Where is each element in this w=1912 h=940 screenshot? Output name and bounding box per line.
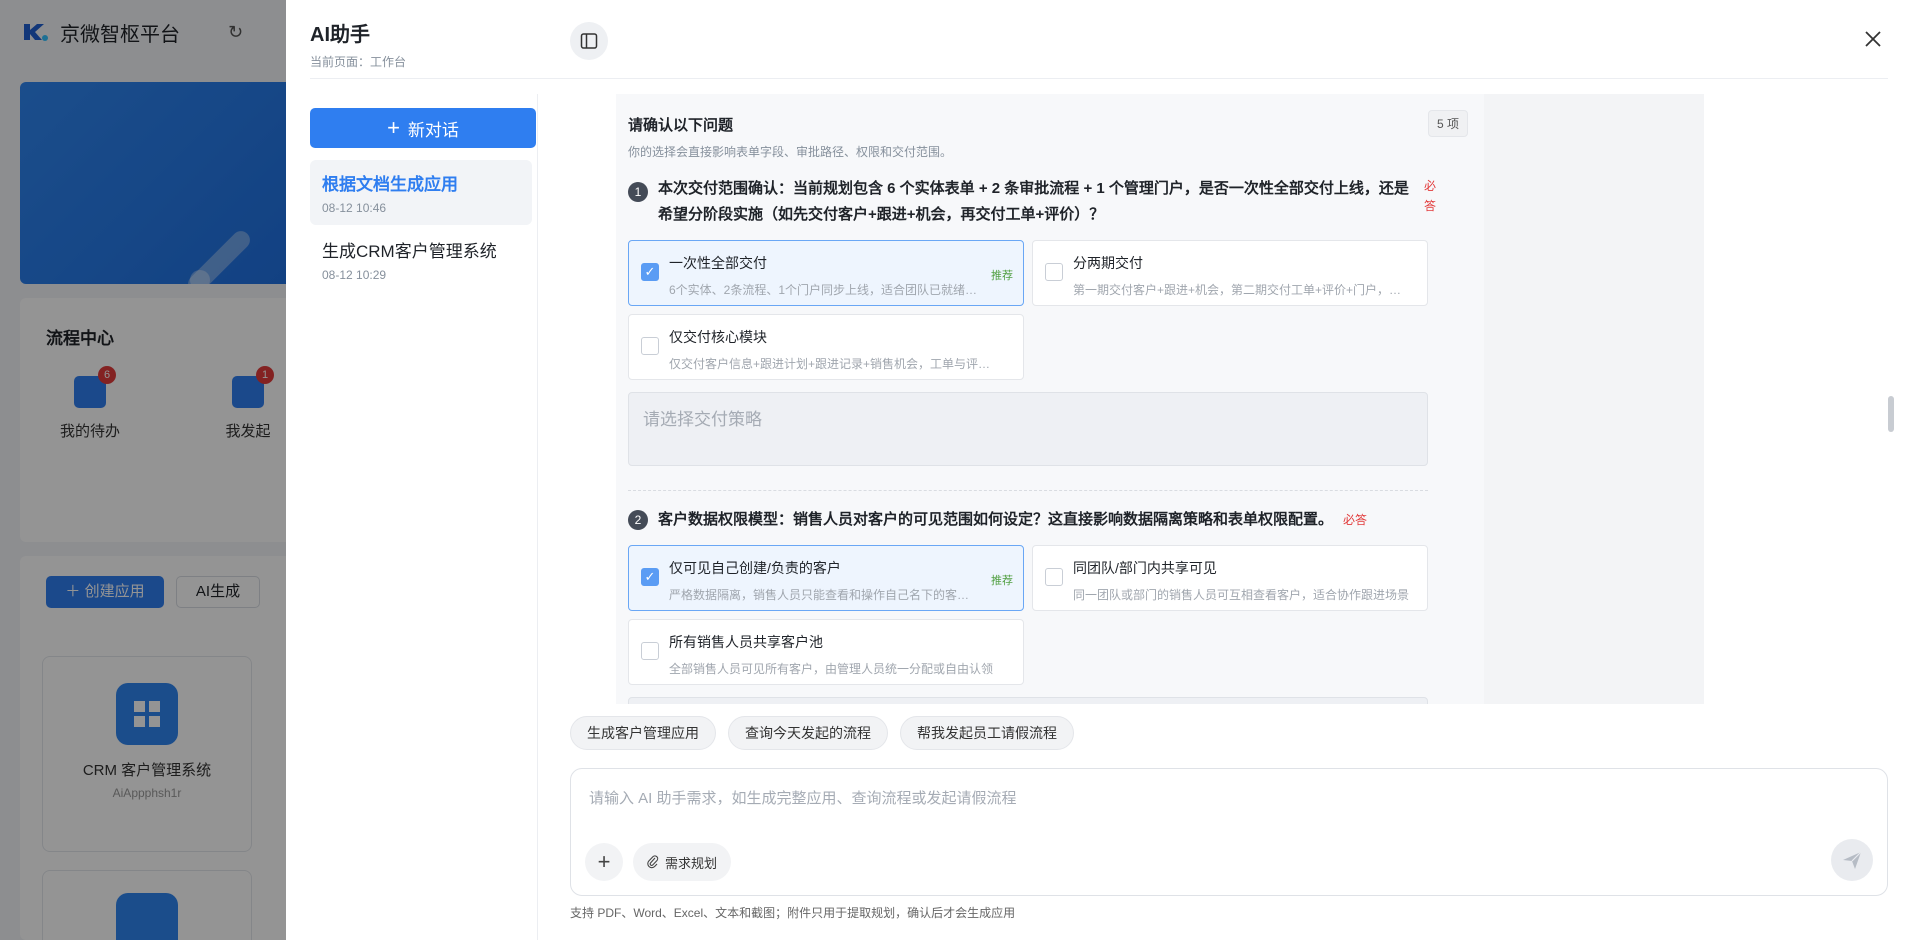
- option-title: 一次性全部交付: [669, 255, 767, 271]
- new-chat-label: 新对话: [407, 120, 459, 140]
- sidebar-icon: [580, 33, 598, 49]
- scrollbar-thumb[interactable]: [1888, 396, 1894, 432]
- option-card[interactable]: ✓ 仅可见自己创建/负责的客户 严格数据隔离，销售人员只能查看和操作自己名下的客…: [628, 545, 1024, 611]
- option-desc: 仅交付客户信息+跟进计划+跟进记录+销售机会，工单与评价暂不实施: [669, 357, 999, 371]
- send-button[interactable]: [1831, 839, 1873, 881]
- option-card[interactable]: ✓ 一次性全部交付 6个实体、2条流程、1个门户同步上线，适合团队已就绪且需求稳…: [628, 240, 1024, 306]
- option-desc: 全部销售人员可见所有客户，由管理人员统一分配或自由认领: [669, 662, 994, 676]
- checkbox[interactable]: [1045, 263, 1063, 281]
- checkbox[interactable]: [1045, 568, 1063, 586]
- checkbox-checked[interactable]: ✓: [641, 263, 659, 281]
- chat-input-placeholder[interactable]: 请输入 AI 助手需求，如生成完整应用、查询流程或发起请假流程: [589, 787, 1017, 808]
- required-tag: 必答: [1424, 179, 1437, 213]
- drawer-header: AI助手 当前页面：工作台: [310, 18, 406, 70]
- chat-content: 请确认以下问题 你的选择会直接影响表单字段、审批路径、权限和交付范围。 5 项 …: [566, 94, 1884, 704]
- plus-icon: +: [387, 115, 400, 140]
- option-title: 仅可见自己创建/负责的客户: [669, 560, 841, 576]
- toggle-sidebar-button[interactable]: [570, 22, 608, 60]
- visibility-textarea[interactable]: [628, 697, 1428, 704]
- question-divider: [628, 490, 1428, 491]
- paperclip-icon: [647, 855, 659, 869]
- plus-icon: +: [597, 849, 611, 874]
- question-number: 1: [628, 182, 648, 202]
- option-card[interactable]: 所有销售人员共享客户池 全部销售人员可见所有客户，由管理人员统一分配或自由认领: [628, 619, 1024, 685]
- option-desc: 第一期交付客户+跟进+机会，第二期交付工单+评价+门户，降低上线风险: [1073, 283, 1413, 297]
- question-1: 1 本次交付范围确认：当前规划包含 6 个实体表单 + 2 条审批流程 + 1 …: [628, 176, 1468, 466]
- plan-label: 需求规划: [665, 855, 718, 871]
- checkbox[interactable]: [641, 337, 659, 355]
- conversation-title: 生成CRM客户管理系统: [322, 242, 497, 261]
- confirm-questions-panel: 请确认以下问题 你的选择会直接影响表单字段、审批路径、权限和交付范围。 5 项 …: [616, 94, 1484, 704]
- chat-input-box[interactable]: 请输入 AI 助手需求，如生成完整应用、查询流程或发起请假流程 + 需求规划: [570, 768, 1888, 896]
- option-card[interactable]: 仅交付核心模块 仅交付客户信息+跟进计划+跟进记录+销售机会，工单与评价暂不实施: [628, 314, 1024, 380]
- header-divider: [310, 78, 1888, 79]
- option-desc: 6个实体、2条流程、1个门户同步上线，适合团队已就绪且需求稳定的场景: [669, 283, 979, 297]
- question-text: 本次交付范围确认：当前规划包含 6 个实体表单 + 2 条审批流程 + 1 个管…: [658, 180, 1409, 223]
- new-chat-button[interactable]: + 新对话: [310, 108, 536, 148]
- recommend-tag: 推荐: [991, 270, 1013, 282]
- panel-desc: 你的选择会直接影响表单字段、审批路径、权限和交付范围。: [628, 145, 953, 159]
- conversation-title: 根据文档生成应用: [322, 175, 458, 194]
- checkbox-checked[interactable]: ✓: [641, 568, 659, 586]
- current-page-label: 当前页面：工作台: [310, 55, 407, 69]
- input-hint: 支持 PDF、Word、Excel、文本和截图；附件只用于提取规划，确认后才会生…: [570, 906, 1016, 920]
- question-count-badge: 5 项: [1427, 110, 1468, 137]
- conversation-list: + 新对话 根据文档生成应用 08-12 10:46 生成CRM客户管理系统 0…: [310, 94, 538, 940]
- question-2: 2 客户数据权限模型：销售人员对客户的可见范围如何设定？这直接影响数据隔离策略和…: [628, 507, 1468, 704]
- send-icon: [1843, 851, 1862, 869]
- option-desc: 严格数据隔离，销售人员只能查看和操作自己名下的客户及相关记录: [669, 588, 979, 602]
- panel-title: 请确认以下问题: [628, 117, 734, 134]
- recommend-tag: 推荐: [991, 575, 1013, 587]
- option-title: 所有销售人员共享客户池: [669, 634, 823, 650]
- suggestion-chips: 生成客户管理应用 查询今天发起的流程 帮我发起员工请假流程: [570, 716, 1074, 750]
- ai-assistant-drawer: AI助手 当前页面：工作台 + 新对话 根据文档生成应用 08-12 10:46…: [286, 0, 1912, 940]
- plan-button[interactable]: 需求规划: [633, 843, 732, 881]
- conversation-item[interactable]: 生成CRM客户管理系统 08-12 10:29: [310, 227, 532, 292]
- question-text: 客户数据权限模型：销售人员对客户的可见范围如何设定？这直接影响数据隔离策略和表单…: [658, 511, 1334, 528]
- option-title: 同团队/部门内共享可见: [1073, 560, 1217, 576]
- suggestion-chip[interactable]: 帮我发起员工请假流程: [900, 716, 1074, 750]
- checkbox[interactable]: [641, 642, 659, 660]
- option-card[interactable]: 分两期交付 第一期交付客户+跟进+机会，第二期交付工单+评价+门户，降低上线风险: [1032, 240, 1428, 306]
- option-desc: 同一团队或部门的销售人员可互相查看客户，适合协作跟进场景: [1073, 588, 1410, 602]
- option-title: 分两期交付: [1073, 255, 1143, 271]
- conversation-date: 08-12 10:46: [322, 201, 387, 215]
- add-attachment-button[interactable]: +: [585, 843, 623, 881]
- required-tag: 必答: [1343, 513, 1368, 527]
- message-gutter: [1484, 94, 1704, 704]
- drawer-title: AI助手: [310, 24, 370, 46]
- suggestion-chip[interactable]: 查询今天发起的流程: [728, 716, 888, 750]
- question-number: 2: [628, 510, 648, 530]
- delivery-strategy-textarea[interactable]: 请选择交付策略: [628, 392, 1428, 466]
- conversation-item[interactable]: 根据文档生成应用 08-12 10:46: [310, 160, 532, 225]
- option-title: 仅交付核心模块: [669, 329, 767, 345]
- suggestion-chip[interactable]: 生成客户管理应用: [570, 716, 716, 750]
- conversation-date: 08-12 10:29: [322, 268, 387, 282]
- option-card[interactable]: 同团队/部门内共享可见 同一团队或部门的销售人员可互相查看客户，适合协作跟进场景: [1032, 545, 1428, 611]
- close-icon[interactable]: [1860, 26, 1886, 52]
